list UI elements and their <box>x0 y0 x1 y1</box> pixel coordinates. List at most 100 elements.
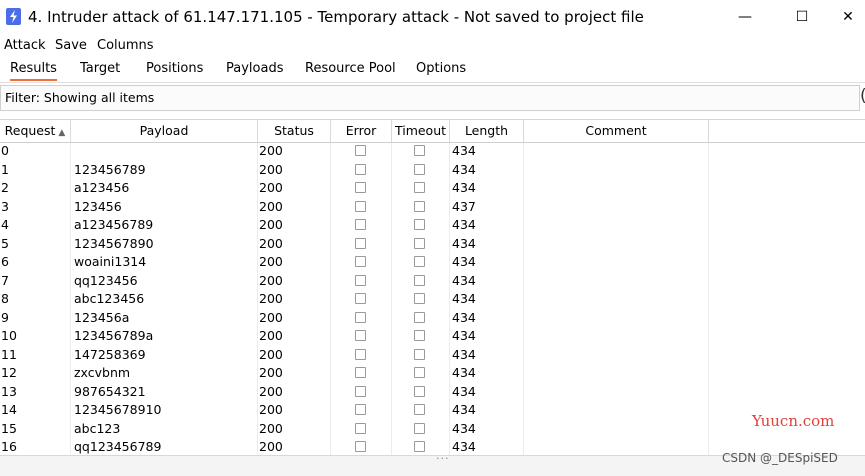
timeout-checkbox[interactable] <box>414 163 425 175</box>
table-row[interactable]: 0 200 434 <box>0 142 865 161</box>
table-row[interactable]: 3 123456 200 437 <box>0 198 865 217</box>
timeout-checkbox[interactable] <box>414 200 425 212</box>
cell-length: 434 <box>452 217 476 232</box>
title-bar: 4. Intruder attack of 61.147.171.105 - T… <box>0 0 865 34</box>
timeout-checkbox[interactable] <box>414 293 425 304</box>
tab-payloads[interactable]: Payloads <box>226 61 283 76</box>
maximize-button[interactable]: ☐ <box>788 6 816 28</box>
cell-status: 200 <box>259 291 283 306</box>
table-row[interactable]: 2 a123456 200 434 <box>0 179 865 198</box>
cell-status: 200 <box>259 346 283 362</box>
cell-length: 434 <box>452 383 476 399</box>
error-checkbox[interactable] <box>355 311 366 323</box>
cell-request: 5 <box>1 235 9 251</box>
error-checkbox[interactable] <box>355 182 366 193</box>
menu-attack[interactable]: Attack <box>4 38 46 53</box>
cell-length: 434 <box>452 291 476 306</box>
table-row[interactable]: 11 147258369 200 434 <box>0 346 865 365</box>
error-checkbox[interactable] <box>355 200 366 212</box>
tab-resource-pool[interactable]: Resource Pool <box>305 61 396 76</box>
tab-options[interactable]: Options <box>416 61 466 76</box>
error-checkbox[interactable] <box>355 441 366 452</box>
table-row[interactable]: 10 123456789a 200 434 <box>0 327 865 346</box>
column-header-status[interactable]: Status <box>258 120 331 142</box>
cell-status: 200 <box>259 420 283 436</box>
cell-payload: qq123456789 <box>74 439 162 454</box>
minimize-button[interactable]: — <box>731 6 759 28</box>
timeout-checkbox[interactable] <box>414 237 425 249</box>
cell-request: 4 <box>1 217 9 232</box>
column-header-timeout[interactable]: Timeout <box>392 120 450 142</box>
cell-request: 1 <box>1 161 9 177</box>
timeout-checkbox[interactable] <box>414 145 425 156</box>
error-checkbox[interactable] <box>355 348 366 360</box>
tab-positions[interactable]: Positions <box>146 61 203 76</box>
menu-bar: Attack Save Columns <box>0 36 865 56</box>
cell-request: 15 <box>1 420 17 436</box>
resize-grip-icon[interactable]: ··· <box>436 452 450 465</box>
column-header-comment[interactable]: Comment <box>524 120 709 142</box>
timeout-checkbox[interactable] <box>414 274 425 286</box>
column-header-error[interactable]: Error <box>331 120 392 142</box>
table-row[interactable]: 8 abc123456 200 434 <box>0 290 865 309</box>
timeout-checkbox[interactable] <box>414 330 425 341</box>
cell-request: 9 <box>1 309 9 325</box>
error-checkbox[interactable] <box>355 330 366 341</box>
timeout-checkbox[interactable] <box>414 441 425 452</box>
timeout-checkbox[interactable] <box>414 422 425 434</box>
cell-payload: 123456789 <box>74 161 146 177</box>
error-checkbox[interactable] <box>355 422 366 434</box>
cell-length: 434 <box>452 328 476 343</box>
column-header-payload[interactable]: Payload <box>71 120 258 142</box>
table-row[interactable]: 4 a123456789 200 434 <box>0 216 865 235</box>
table-row[interactable]: 12 zxcvbnm 200 434 <box>0 364 865 383</box>
error-checkbox[interactable] <box>355 219 366 230</box>
filter-bar[interactable]: Filter: Showing all items <box>0 85 860 111</box>
timeout-checkbox[interactable] <box>414 367 425 378</box>
error-checkbox[interactable] <box>355 237 366 249</box>
watermark-credit: CSDN @_DESpiSED <box>722 451 838 465</box>
timeout-checkbox[interactable] <box>414 404 425 415</box>
cell-length: 434 <box>452 272 476 288</box>
cell-length: 434 <box>452 235 476 251</box>
error-checkbox[interactable] <box>355 293 366 304</box>
table-row[interactable]: 14 12345678910 200 434 <box>0 401 865 420</box>
timeout-checkbox[interactable] <box>414 385 425 397</box>
error-checkbox[interactable] <box>355 163 366 175</box>
tab-results[interactable]: Results <box>10 61 57 81</box>
timeout-checkbox[interactable] <box>414 348 425 360</box>
column-header-length[interactable]: Length <box>450 120 524 142</box>
cell-payload: 123456 <box>74 198 122 214</box>
timeout-checkbox[interactable] <box>414 219 425 230</box>
error-checkbox[interactable] <box>355 256 366 267</box>
close-button[interactable]: ✕ <box>834 6 862 28</box>
cell-request: 2 <box>1 180 9 195</box>
table-row[interactable]: 13 987654321 200 434 <box>0 383 865 402</box>
table-row[interactable]: 1 123456789 200 434 <box>0 161 865 180</box>
table-row[interactable]: 7 qq123456 200 434 <box>0 272 865 291</box>
column-header-request[interactable]: Request ▲ <box>0 120 71 142</box>
error-checkbox[interactable] <box>355 274 366 286</box>
error-checkbox[interactable] <box>355 145 366 156</box>
timeout-checkbox[interactable] <box>414 182 425 193</box>
error-checkbox[interactable] <box>355 367 366 378</box>
table-row[interactable]: 15 abc123 200 434 <box>0 420 865 439</box>
window-title: 4. Intruder attack of 61.147.171.105 - T… <box>28 8 644 26</box>
watermark-site: Yuucn.com <box>752 412 835 430</box>
timeout-checkbox[interactable] <box>414 256 425 267</box>
cell-status: 200 <box>259 180 283 195</box>
tab-target[interactable]: Target <box>80 61 120 76</box>
menu-columns[interactable]: Columns <box>97 38 154 53</box>
table-row[interactable]: 6 woaini1314 200 434 <box>0 253 865 272</box>
cell-length: 434 <box>452 254 476 269</box>
error-checkbox[interactable] <box>355 385 366 397</box>
menu-save[interactable]: Save <box>55 38 87 53</box>
table-row[interactable]: 5 1234567890 200 434 <box>0 235 865 254</box>
table-row[interactable]: 9 123456a 200 434 <box>0 309 865 328</box>
cell-status: 200 <box>259 328 283 343</box>
timeout-checkbox[interactable] <box>414 311 425 323</box>
cell-status: 200 <box>259 309 283 325</box>
cell-payload: zxcvbnm <box>74 365 131 380</box>
filter-help-icon[interactable]: ( <box>860 86 865 106</box>
error-checkbox[interactable] <box>355 404 366 415</box>
